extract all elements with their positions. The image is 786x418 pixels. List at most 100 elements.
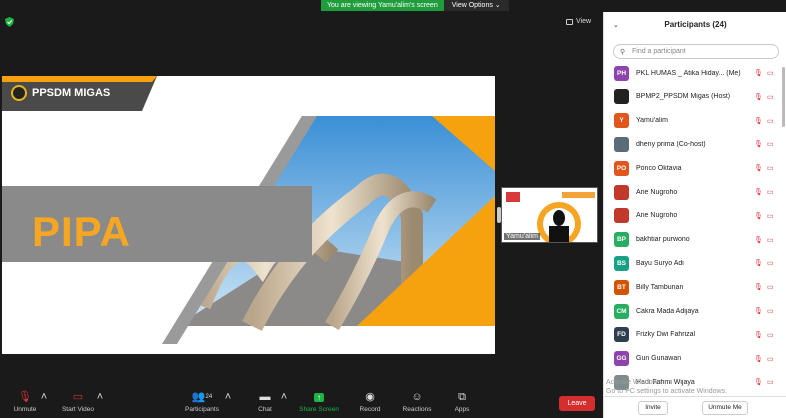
mic-muted-icon: 🎙 bbox=[18, 391, 32, 403]
record-icon: ◉ bbox=[365, 391, 375, 403]
avatar: CM bbox=[614, 303, 629, 319]
avatar: BP bbox=[614, 232, 629, 248]
avatar bbox=[614, 89, 629, 105]
video-off-icon: ▭ bbox=[767, 117, 774, 125]
participant-row[interactable]: BPMP2_PPSDM Migas (Host) 🎙 ▭ bbox=[614, 87, 784, 107]
participant-name: Ponco Oktavia bbox=[636, 164, 682, 172]
video-off-icon: ▭ bbox=[767, 165, 774, 173]
shared-screen: PIPA PPSDM MIGAS bbox=[2, 76, 495, 354]
mic-muted-icon: 🎙 bbox=[754, 260, 763, 268]
start-video-button[interactable]: ▭ Start Video bbox=[59, 390, 97, 413]
participant-name: Arie Nugroho bbox=[636, 212, 678, 220]
video-off-icon: ▭ bbox=[767, 379, 774, 387]
participant-name: bakhtiar purwono bbox=[636, 236, 690, 244]
video-off-icon: ▭ bbox=[767, 212, 774, 220]
grid-icon bbox=[566, 18, 573, 25]
share-screen-button[interactable]: ↑ Share Screen bbox=[296, 390, 342, 413]
avatar: PH bbox=[614, 65, 629, 81]
search-icon: ⚲ bbox=[620, 49, 626, 56]
video-options-chevron-icon[interactable]: ˄ bbox=[96, 390, 104, 404]
video-off-icon: ▭ bbox=[767, 70, 774, 77]
viewing-message: You are viewing Yamu'alim's screen bbox=[321, 0, 444, 11]
mic-muted-icon: 🎙 bbox=[754, 379, 763, 387]
meeting-toolbar: 🎙 Unmute ˄ ▭ Start Video ˄ 👥24 Participa… bbox=[0, 388, 600, 418]
avatar: BT bbox=[614, 279, 629, 295]
participant-search-input[interactable]: ⚲ Find a participant bbox=[613, 44, 779, 59]
participants-panel: ⌄ Participants (24) ⚲ Find a participant… bbox=[603, 12, 786, 418]
reactions-button[interactable]: ☺ Reactions bbox=[400, 390, 434, 413]
participant-video-thumbnail[interactable]: Yamu'alim bbox=[501, 187, 598, 243]
participant-row[interactable]: Arie Nugroho 🎙 ▭ bbox=[614, 182, 784, 202]
invite-button[interactable]: Invite bbox=[638, 401, 668, 415]
avatar bbox=[614, 184, 629, 200]
view-options-button[interactable]: View Options ⌄ bbox=[443, 0, 509, 11]
chat-chevron-icon[interactable]: ˄ bbox=[280, 390, 288, 404]
apps-button[interactable]: ⧉ Apps bbox=[451, 390, 473, 413]
participants-chevron-icon[interactable]: ˄ bbox=[224, 390, 232, 404]
top-bar bbox=[0, 0, 600, 12]
participant-name: Billy Tamburian bbox=[636, 283, 684, 291]
record-button[interactable]: ◉ Record bbox=[356, 390, 384, 413]
participant-name: PKL HUMAS _ Atika Hiday... (Me) bbox=[636, 69, 741, 77]
mic-muted-icon: 🎙 bbox=[754, 331, 763, 339]
video-off-icon: ▭ bbox=[767, 331, 774, 339]
video-off-icon: ▭ bbox=[767, 189, 774, 196]
shield-icon[interactable] bbox=[5, 17, 14, 27]
apps-icon: ⧉ bbox=[458, 391, 466, 403]
participant-name: Arie Nugroho bbox=[636, 188, 678, 196]
video-off-icon: ▭ bbox=[767, 93, 774, 101]
participant-row[interactable]: PH PKL HUMAS _ Atika Hiday... (Me) 🎙 ▭ bbox=[614, 63, 784, 83]
participant-row[interactable]: Arie Nugroho 🎙 ▭ bbox=[614, 206, 784, 226]
avatar: GG bbox=[614, 351, 629, 367]
avatar: PO bbox=[614, 160, 629, 176]
panel-title: Participants (24) bbox=[664, 20, 727, 29]
unmute-me-button[interactable]: Unmute Me bbox=[702, 401, 748, 415]
participant-row[interactable]: BP bakhtiar purwono 🎙 ▭ bbox=[614, 230, 784, 250]
avatar bbox=[614, 136, 629, 152]
participant-name: Frizky Dwi Fahrizal bbox=[636, 331, 696, 339]
participant-name: Cakra Mada Adijaya bbox=[636, 307, 699, 315]
participant-name: BPMP2_PPSDM Migas (Host) bbox=[636, 93, 731, 101]
video-off-icon: ▭ bbox=[767, 236, 774, 244]
participant-row[interactable]: FD Frizky Dwi Fahrizal 🎙 ▭ bbox=[614, 325, 784, 345]
chat-button[interactable]: ▬ Chat bbox=[252, 390, 278, 413]
mic-muted-icon: 🎙 bbox=[754, 117, 763, 125]
screen-share-banner: You are viewing Yamu'alim's screen View … bbox=[321, 0, 509, 11]
participant-row[interactable]: BS Bayu Suryo Adi 🎙 ▭ bbox=[614, 253, 784, 273]
avatar: Y bbox=[614, 113, 629, 129]
slide-title: PIPA bbox=[32, 208, 131, 255]
mic-muted-icon: 🎙 bbox=[754, 355, 763, 363]
video-off-icon: ▭ bbox=[767, 284, 774, 292]
participant-name: dheny prima (Co-host) bbox=[636, 140, 706, 148]
ppsdm-logo-icon bbox=[11, 85, 27, 101]
participant-row[interactable]: BT Billy Tamburian 🎙 ▭ bbox=[614, 277, 784, 297]
people-icon: 👥 bbox=[191, 391, 206, 403]
mic-muted-icon: 🎙 bbox=[754, 70, 763, 77]
audio-options-chevron-icon[interactable]: ˄ bbox=[40, 390, 48, 404]
leave-button[interactable]: Leave bbox=[559, 396, 595, 411]
video-off-icon: ▭ bbox=[767, 141, 774, 149]
participants-button[interactable]: 👥24 Participants bbox=[183, 390, 221, 413]
activate-windows-watermark: Activate Windows Go to PC settings to ac… bbox=[606, 379, 727, 395]
participant-row[interactable]: GG Gun Gunawan 🎙 ▭ bbox=[614, 349, 784, 369]
video-off-icon: ▭ bbox=[72, 391, 84, 403]
avatar bbox=[614, 208, 629, 224]
video-off-icon: ▭ bbox=[767, 308, 774, 315]
view-button[interactable]: View bbox=[566, 18, 591, 25]
chat-icon: ▬ bbox=[259, 391, 271, 403]
mic-muted-icon: 🎙 bbox=[754, 165, 763, 173]
participant-row[interactable]: dheny prima (Co-host) 🎙 ▭ bbox=[614, 134, 784, 154]
participant-row[interactable]: CM Cakra Mada Adijaya 🎙 ▭ bbox=[614, 301, 784, 321]
thumbnail-name: Yamu'alim bbox=[504, 233, 540, 240]
slide-org-name: PPSDM MIGAS bbox=[32, 87, 111, 99]
zoom-meeting-window: You are viewing Yamu'alim's screen View … bbox=[0, 0, 786, 418]
participant-name: Bayu Suryo Adi bbox=[636, 259, 684, 267]
mic-muted-icon: 🎙 bbox=[754, 93, 763, 101]
participant-row[interactable]: Y Yamu'alim 🎙 ▭ bbox=[614, 111, 784, 131]
mic-muted-icon: 🎙 bbox=[754, 189, 763, 196]
video-off-icon: ▭ bbox=[767, 355, 774, 363]
smiley-icon: ☺ bbox=[411, 391, 423, 403]
participant-row[interactable]: PO Ponco Oktavia 🎙 ▭ bbox=[614, 158, 784, 178]
unmute-button[interactable]: 🎙 Unmute bbox=[10, 390, 40, 413]
mic-muted-icon: 🎙 bbox=[754, 212, 763, 220]
